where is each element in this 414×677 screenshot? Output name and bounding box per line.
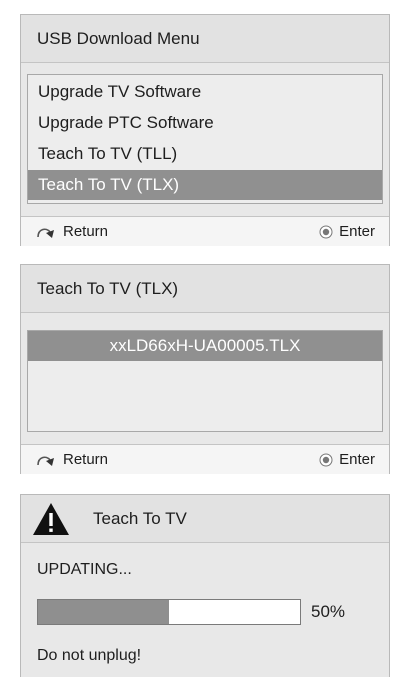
panel-title: Teach To TV — [93, 509, 187, 528]
file-select-panel: Teach To TV (TLX) xxLD66xH-UA00005.TLX R… — [20, 264, 390, 474]
progress-percent: 50% — [311, 602, 346, 621]
panel-header: USB Download Menu — [21, 15, 389, 63]
file-list: xxLD66xH-UA00005.TLX — [27, 330, 383, 432]
warning-triangle-icon — [31, 501, 71, 542]
update-progress-panel: Teach To TV UPDATING... 50% Do not unplu… — [20, 494, 390, 677]
status-text: UPDATING... — [37, 561, 132, 578]
panel-body: xxLD66xH-UA00005.TLX — [21, 313, 389, 444]
return-label: Return — [63, 223, 109, 240]
enter-button[interactable]: Enter — [319, 445, 375, 474]
usb-download-menu-panel: USB Download Menu Upgrade TV Software Up… — [20, 14, 390, 246]
panel-header: Teach To TV (TLX) — [21, 265, 389, 313]
panel-header: Teach To TV — [21, 495, 389, 543]
enter-button[interactable]: Enter — [319, 217, 375, 246]
warning-text: Do not unplug! — [37, 647, 142, 664]
return-arrow-icon — [35, 225, 57, 239]
enter-label: Enter — [339, 223, 375, 240]
panel-body: Upgrade TV Software Upgrade PTC Software… — [21, 63, 389, 216]
panel-footer: Return Enter — [21, 444, 389, 474]
menu-item-teach-to-tv-tll[interactable]: Teach To TV (TLL) — [28, 139, 382, 169]
menu-item-upgrade-tv-software[interactable]: Upgrade TV Software — [28, 77, 382, 107]
enter-label: Enter — [339, 451, 375, 468]
enter-radio-icon — [319, 225, 333, 239]
menu-item-teach-to-tv-tlx[interactable]: Teach To TV (TLX) — [28, 170, 382, 200]
menu-list: Upgrade TV Software Upgrade PTC Software… — [27, 74, 383, 204]
return-arrow-icon — [35, 453, 57, 467]
return-button[interactable]: Return — [35, 217, 108, 246]
return-button[interactable]: Return — [35, 445, 108, 474]
file-item[interactable]: xxLD66xH-UA00005.TLX — [28, 331, 382, 361]
menu-item-upgrade-ptc-software[interactable]: Upgrade PTC Software — [28, 108, 382, 138]
panel-title: Teach To TV (TLX) — [37, 279, 179, 298]
return-label: Return — [63, 451, 109, 468]
progress-bar-fill — [38, 600, 169, 624]
panel-title: USB Download Menu — [37, 29, 200, 48]
panel-footer: Return Enter — [21, 216, 389, 246]
progress-bar — [37, 599, 301, 625]
enter-radio-icon — [319, 453, 333, 467]
